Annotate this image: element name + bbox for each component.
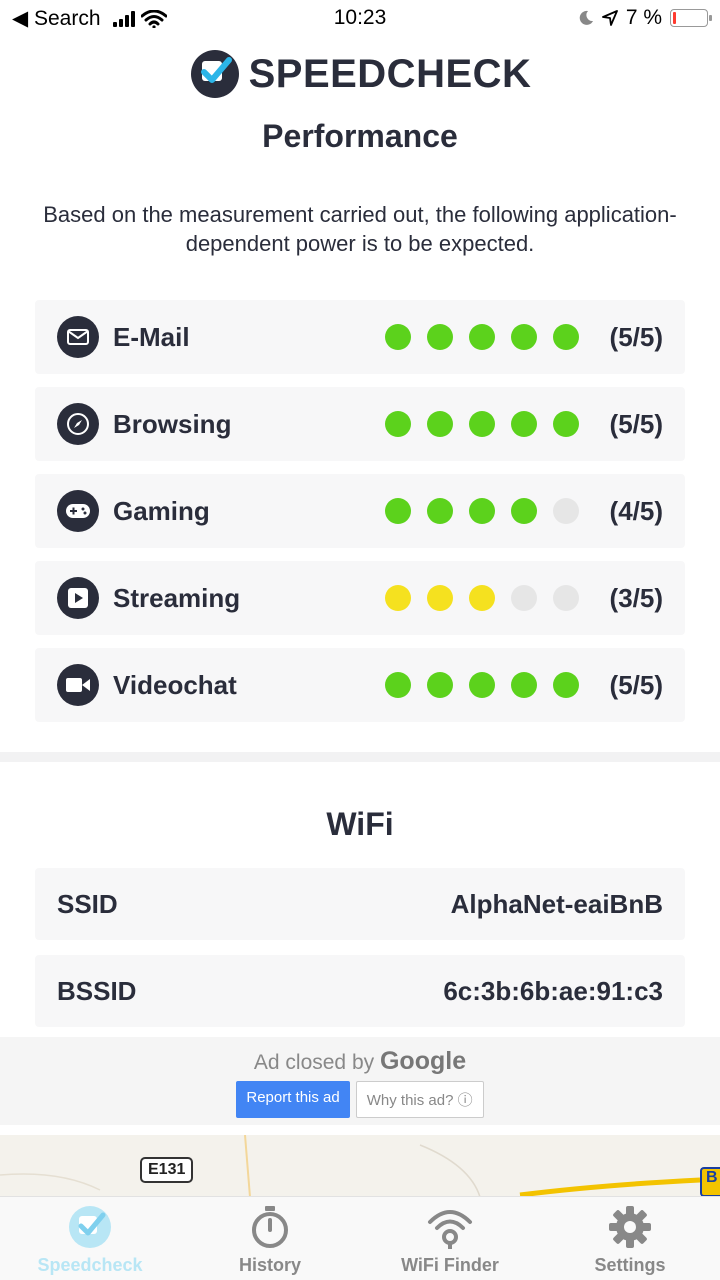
section-divider [0, 752, 720, 762]
rating-dot-filled [511, 324, 537, 350]
performance-label: Browsing [113, 408, 232, 439]
intro-text: Based on the measurement carried out, th… [43, 202, 677, 256]
road-sign: E131 [140, 1157, 194, 1183]
rating-score: (4/5) [609, 495, 663, 526]
rating-dot-filled [469, 585, 495, 611]
rating-dots [385, 324, 579, 350]
wifi-value: AlphaNet-eaiBnB [450, 888, 663, 919]
rating-dots [385, 498, 579, 524]
play-icon [57, 577, 99, 619]
ad-banner: Ad closed by Google Report this ad Why t… [0, 1037, 720, 1125]
rating-dot-filled [385, 324, 411, 350]
tab-label: Speedcheck [37, 1255, 143, 1275]
rating-dot-filled [511, 498, 537, 524]
gamepad-icon [57, 490, 99, 532]
rating-dot-filled [553, 411, 579, 437]
wifi-info-list: SSID AlphaNet-eaiBnB BSSID 6c:3b:6b:ae:9… [35, 868, 685, 1042]
rating-dot-filled [427, 585, 453, 611]
performance-row-gaming: Gaming (4/5) [35, 474, 685, 548]
stopwatch-icon [250, 1205, 290, 1249]
rating-score: (5/5) [609, 321, 663, 352]
rating-dots [385, 585, 579, 611]
wifi-row-bssid: BSSID 6c:3b:6b:ae:91:c3 [35, 955, 685, 1027]
performance-row-browsing: Browsing (5/5) [35, 387, 685, 461]
compass-icon [57, 403, 99, 445]
speedcheck-icon [67, 1205, 113, 1249]
rating-dot-filled [511, 411, 537, 437]
rating-dot-filled [385, 498, 411, 524]
status-bar: ◀ Search 10:23 7 % [0, 0, 720, 36]
rating-dots [385, 672, 579, 698]
rating-dot-filled [469, 498, 495, 524]
performance-list: E-Mail (5/5) Browsing (5/5) Gaming (4/5)… [35, 300, 685, 735]
performance-label: Streaming [113, 582, 241, 613]
rating-dot-empty [553, 585, 579, 611]
tab-history[interactable]: History [180, 1197, 360, 1280]
map-roads [0, 1135, 701, 1197]
wifi-finder-icon [427, 1205, 473, 1249]
tab-bar: Speedcheck History WiFi Finder Settings [0, 1196, 720, 1280]
moon-icon [579, 10, 593, 25]
rating-dot-filled [385, 411, 411, 437]
rating-dot-filled [469, 672, 495, 698]
wifi-key: SSID [57, 888, 118, 919]
tab-label: Settings [594, 1255, 666, 1275]
rating-score: (5/5) [609, 669, 663, 700]
wifi-key: BSSID [57, 975, 137, 1006]
rating-dot-filled [427, 672, 453, 698]
rating-dot-filled [469, 411, 495, 437]
performance-label: E-Mail [113, 321, 190, 352]
page-title: Performance [262, 118, 458, 154]
tab-wifi-finder[interactable]: WiFi Finder [360, 1197, 540, 1280]
rating-dot-filled [385, 672, 411, 698]
battery-percentage: 7 % [625, 6, 662, 29]
rating-dots [385, 411, 579, 437]
rating-dot-filled [427, 498, 453, 524]
wifi-value: 6c:3b:6b:ae:91:c3 [443, 975, 663, 1006]
location-arrow-icon [601, 10, 618, 26]
rating-dot-filled [427, 411, 453, 437]
rating-dot-filled [469, 324, 495, 350]
brand-header: SPEEDCHECK [0, 48, 720, 100]
rating-dot-filled [553, 672, 579, 698]
tab-settings[interactable]: Settings [540, 1197, 720, 1280]
video-camera-icon [57, 664, 99, 706]
ad-closed-text: Ad closed by [253, 1051, 375, 1074]
performance-row-videochat: Videochat (5/5) [35, 648, 685, 722]
rating-dot-filled [385, 585, 411, 611]
wifi-section-title: WiFi [326, 806, 394, 842]
performance-label: Gaming [113, 495, 210, 526]
mail-icon [57, 316, 99, 358]
wifi-row-ssid: SSID AlphaNet-eaiBnB [35, 868, 685, 940]
why-this-ad-button[interactable]: Why this ad? ⓘ [355, 1081, 484, 1118]
performance-label: Videochat [113, 669, 237, 700]
rating-score: (5/5) [609, 408, 663, 439]
google-logo: Google [379, 1047, 467, 1075]
performance-row-streaming: Streaming (3/5) [35, 561, 685, 635]
ad-closed-notice: Ad closed by Google [0, 1047, 720, 1076]
tab-speedcheck[interactable]: Speedcheck [0, 1197, 180, 1280]
rating-dot-empty [511, 585, 537, 611]
tab-label: WiFi Finder [401, 1255, 499, 1275]
map-corner-sign: B [700, 1167, 720, 1197]
rating-dot-filled [511, 672, 537, 698]
report-ad-button[interactable]: Report this ad [236, 1081, 350, 1118]
battery-icon [670, 9, 712, 27]
brand-name: SPEEDCHECK [248, 51, 532, 96]
tab-label: History [238, 1255, 301, 1275]
rating-score: (3/5) [609, 582, 663, 613]
gear-icon [608, 1205, 652, 1249]
rating-dot-empty [553, 498, 579, 524]
performance-row-email: E-Mail (5/5) [35, 300, 685, 374]
map-view[interactable]: E131 B [0, 1135, 720, 1197]
rating-dot-filled [553, 324, 579, 350]
rating-dot-filled [427, 324, 453, 350]
speedcheck-logo-icon [190, 50, 239, 98]
